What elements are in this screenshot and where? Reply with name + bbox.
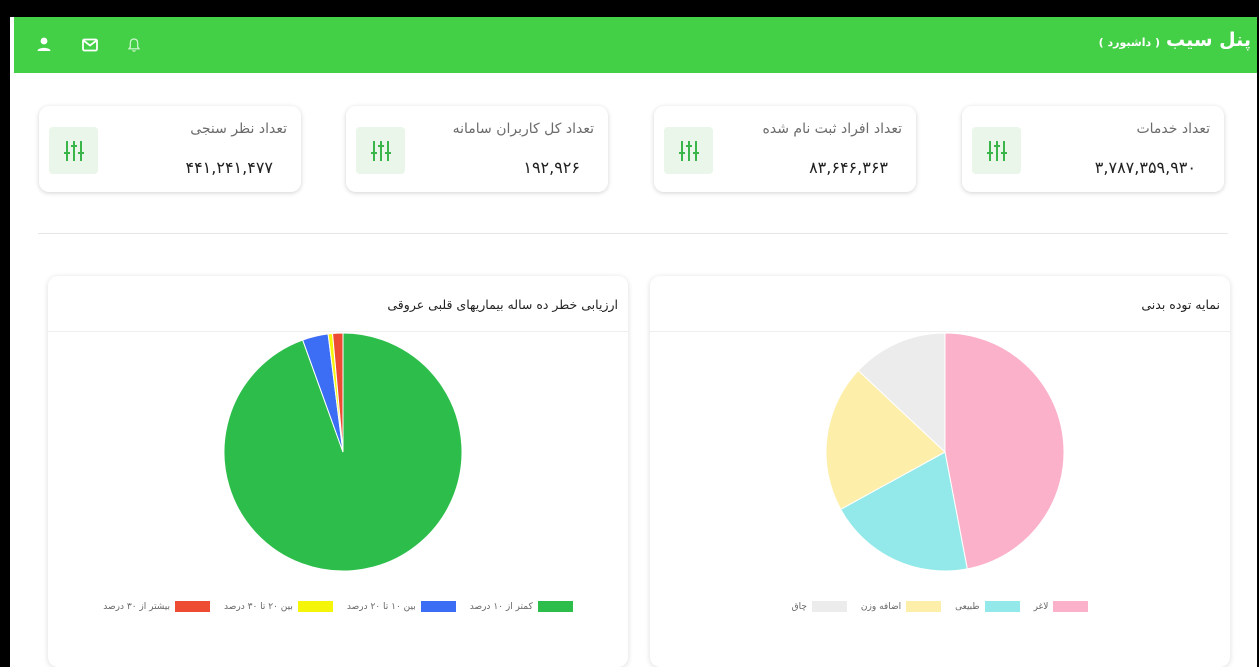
risk-pie-chart bbox=[223, 332, 463, 572]
legend-label: کمتر از ۱۰ درصد bbox=[469, 601, 533, 612]
legend-label: لاغر bbox=[1033, 601, 1049, 612]
brand-name: پنل سیب bbox=[1165, 29, 1251, 51]
legend-swatch bbox=[906, 601, 942, 612]
legend-item[interactable]: اضافه وزن bbox=[860, 601, 942, 612]
stat-card-surveys: تعداد نظر سنجی ۴۴۱,۲۴۱,۴۷۷ bbox=[39, 106, 301, 192]
sliders-icon bbox=[972, 127, 1021, 174]
legend-swatch bbox=[811, 601, 847, 612]
legend-swatch bbox=[1053, 601, 1089, 612]
bmi-legend: لاغر طبیعی اضافه وزن چاق bbox=[650, 601, 1230, 612]
dashboard-page: پنل سیب ( داشبورد ) تعداد خدمات ۳,۷۸۷,۳۵۹… bbox=[10, 17, 1257, 667]
stat-card-users: تعداد کل کاربران سامانه ۱۹۲,۹۲۶ bbox=[346, 106, 608, 192]
risk-legend: کمتر از ۱۰ درصد بین ۱۰ تا ۲۰ درصد بین ۲۰ ت… bbox=[48, 601, 628, 612]
legend-swatch bbox=[297, 601, 333, 612]
sliders-icon bbox=[356, 127, 405, 174]
user-icon[interactable] bbox=[35, 36, 53, 54]
panel-header: نمایه توده بدنی bbox=[650, 276, 1230, 332]
legend-item[interactable]: لاغر bbox=[1034, 601, 1089, 612]
panel-title: نمایه توده بدنی bbox=[1141, 297, 1220, 312]
section-divider bbox=[38, 233, 1228, 234]
legend-label: بین ۱۰ تا ۲۰ درصد bbox=[346, 601, 416, 612]
legend-swatch bbox=[175, 601, 211, 612]
legend-item[interactable]: بیشتر از ۳۰ درصد bbox=[103, 601, 211, 612]
bmi-chart-panel: نمایه توده بدنی لاغر طبیعی اضافه وزن چاق bbox=[650, 276, 1230, 667]
legend-item[interactable]: چاق bbox=[792, 601, 847, 612]
brand-title[interactable]: پنل سیب ( داشبورد ) bbox=[1099, 29, 1251, 51]
legend-label: چاق bbox=[791, 601, 807, 612]
legend-item[interactable]: کمتر از ۱۰ درصد bbox=[470, 601, 573, 612]
stat-card-registered: تعداد افراد ثبت نام شده ۸۳,۶۴۶,۳۶۳ bbox=[654, 106, 916, 192]
legend-swatch bbox=[537, 601, 573, 612]
sliders-icon bbox=[664, 127, 713, 174]
stat-value: ۳,۷۸۷,۳۵۹,۹۳۰ bbox=[1094, 158, 1196, 177]
bmi-pie-chart bbox=[825, 332, 1065, 572]
stat-title: تعداد کل کاربران سامانه bbox=[452, 121, 594, 137]
legend-label: اضافه وزن bbox=[860, 601, 902, 612]
brand-subtitle: ( داشبورد ) bbox=[1098, 36, 1160, 49]
risk-chart-panel: ارزیابی خطر ده ساله بیماریهای قلبی عروقی… bbox=[48, 276, 628, 667]
stat-card-services: تعداد خدمات ۳,۷۸۷,۳۵۹,۹۳۰ bbox=[962, 106, 1224, 192]
stat-value: ۸۳,۶۴۶,۳۶۳ bbox=[809, 158, 888, 177]
legend-item[interactable]: بین ۱۰ تا ۲۰ درصد bbox=[347, 601, 456, 612]
legend-label: بین ۲۰ تا ۳۰ درصد bbox=[224, 601, 293, 612]
legend-swatch bbox=[420, 601, 456, 612]
panel-title: ارزیابی خطر ده ساله بیماریهای قلبی عروقی bbox=[387, 297, 618, 312]
stat-value: ۱۹۲,۹۲۶ bbox=[523, 158, 580, 177]
sliders-icon bbox=[49, 127, 98, 174]
legend-label: بیشتر از ۳۰ درصد bbox=[103, 601, 171, 612]
pie-slice-0[interactable] bbox=[944, 332, 1065, 570]
top-bar: پنل سیب ( داشبورد ) bbox=[14, 17, 1257, 73]
stat-title: تعداد خدمات bbox=[1136, 121, 1210, 137]
mail-icon[interactable] bbox=[81, 36, 99, 54]
legend-item[interactable]: طبیعی bbox=[955, 601, 1020, 612]
legend-label: طبیعی bbox=[955, 601, 980, 612]
stat-value: ۴۴۱,۲۴۱,۴۷۷ bbox=[185, 158, 273, 177]
stat-title: تعداد نظر سنجی bbox=[190, 121, 287, 137]
legend-swatch bbox=[984, 601, 1020, 612]
stat-title: تعداد افراد ثبت نام شده bbox=[762, 121, 902, 137]
legend-item[interactable]: بین ۲۰ تا ۳۰ درصد bbox=[224, 601, 333, 612]
bell-icon[interactable] bbox=[125, 36, 143, 54]
panel-header: ارزیابی خطر ده ساله بیماریهای قلبی عروقی bbox=[48, 276, 628, 332]
